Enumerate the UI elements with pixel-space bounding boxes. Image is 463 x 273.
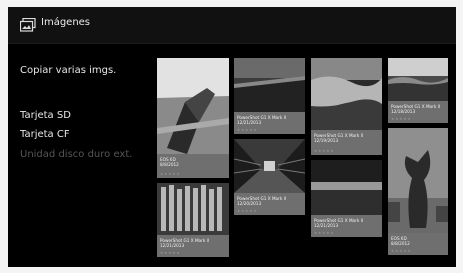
- photo-thumbnail: [234, 139, 305, 193]
- screen: Imágenes Copiar varias imgs. Tarjeta SD …: [8, 7, 456, 267]
- photo-tile[interactable]: PowerShot G1 X Mark II 12/21/2013 ★★★★★: [234, 58, 305, 134]
- photo-tile[interactable]: PowerShot G1 X Mark II 12/21/2013 ★★★★★: [311, 160, 382, 237]
- photo-caption: EOS 6D 8/8/2012 ★★★★★: [388, 233, 448, 255]
- photo-date: 12/21/2013: [160, 243, 185, 248]
- header-bar: Imágenes: [8, 7, 456, 44]
- photo-thumbnail: [388, 128, 448, 233]
- photo-caption: PowerShot G1 X Mark II 12/19/2013 ★★★★★: [311, 130, 382, 155]
- photo-thumbnail: [157, 183, 229, 235]
- rating-stars: ★★★★★: [391, 249, 412, 253]
- photo-tile[interactable]: EOS 6D 8/8/2012 ★★★★★: [388, 128, 448, 255]
- menu-item-cf-card[interactable]: Tarjeta CF: [20, 129, 70, 140]
- photo-caption: PowerShot G1 X Mark II 12/20/2013 ★★★★★: [234, 193, 305, 215]
- photo-thumbnail: [234, 58, 305, 112]
- photo-date: 12/19/2013: [314, 138, 339, 143]
- photo-date: 12/21/2013: [314, 223, 339, 228]
- photo-date: 8/8/2012: [160, 162, 179, 167]
- rating-stars: ★★★★★: [314, 149, 335, 153]
- photo-tile[interactable]: EOS 6D 8/8/2012 ★★★★★: [157, 58, 229, 178]
- photo-date: 12/21/2013: [237, 120, 262, 125]
- images-icon: [20, 18, 36, 32]
- rating-stars: ★★★★★: [314, 231, 335, 235]
- photo-caption: EOS 6D 8/8/2012 ★★★★★: [157, 154, 229, 178]
- menu-item-copy-multiple[interactable]: Copiar varias imgs.: [20, 65, 116, 76]
- rating-stars: ★★★★★: [160, 172, 181, 176]
- photo-date: 12/20/2013: [237, 201, 262, 206]
- page-title: Imágenes: [41, 17, 91, 28]
- menu-item-sd-card[interactable]: Tarjeta SD: [20, 110, 71, 121]
- photo-tile[interactable]: PowerShot G1 X Mark II 12/18/2013 ★★★★★: [388, 58, 448, 123]
- photo-caption: PowerShot G1 X Mark II 12/21/2013 ★★★★★: [157, 235, 229, 257]
- rating-stars: ★★★★★: [391, 117, 412, 121]
- menu-item-external-hdd: Unidad disco duro ext.: [20, 149, 133, 160]
- photo-thumbnail: [311, 58, 382, 130]
- photo-caption: PowerShot G1 X Mark II 12/21/2013 ★★★★★: [311, 215, 382, 237]
- photo-thumbnail: [157, 58, 229, 154]
- photo-caption: PowerShot G1 X Mark II 12/18/2013 ★★★★★: [388, 101, 448, 123]
- photo-tile[interactable]: PowerShot G1 X Mark II 12/19/2013 ★★★★★: [311, 58, 382, 155]
- photo-caption: PowerShot G1 X Mark II 12/21/2013 ★★★★★: [234, 112, 305, 134]
- photo-thumbnail: [388, 58, 448, 101]
- rating-stars: ★★★★★: [237, 128, 258, 132]
- photo-tile[interactable]: PowerShot G1 X Mark II 12/21/2013 ★★★★★: [157, 183, 229, 257]
- photo-date: 8/8/2012: [391, 241, 410, 246]
- rating-stars: ★★★★★: [237, 209, 258, 213]
- photo-tile[interactable]: PowerShot G1 X Mark II 12/20/2013 ★★★★★: [234, 139, 305, 215]
- photo-date: 12/18/2013: [391, 109, 416, 114]
- photo-thumbnail: [311, 160, 382, 215]
- rating-stars: ★★★★★: [160, 251, 181, 255]
